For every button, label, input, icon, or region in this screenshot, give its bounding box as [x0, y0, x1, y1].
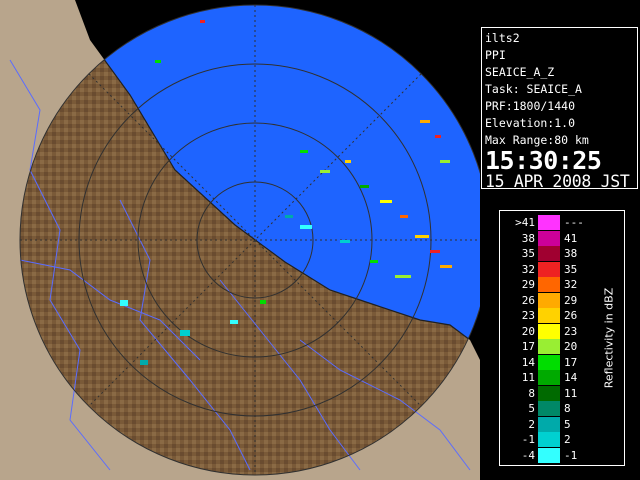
scan-time: 15:30:25 [485, 146, 602, 175]
legend-max-value: 29 [564, 293, 578, 307]
legend-min-value: 8 [528, 386, 535, 400]
legend-min-value: 35 [521, 247, 535, 260]
legend-color-swatch [538, 416, 560, 432]
legend-row: >41 --- [500, 215, 600, 231]
legend-min-value: -1 [521, 433, 535, 446]
legend-max-value: 11 [564, 386, 578, 400]
legend-color-swatch [538, 401, 560, 416]
legend-color-swatch [538, 292, 560, 308]
legend-row: 25 [500, 416, 600, 433]
legend-min-value: 14 [521, 355, 535, 369]
volume-name: SEAICE_A_Z [485, 65, 555, 79]
legend-min-value: 20 [521, 324, 535, 338]
legend-max-value: 8 [564, 402, 571, 415]
legend-row: 35 38 [500, 246, 600, 262]
legend-color-swatch [538, 246, 560, 261]
legend-color-swatch [538, 215, 560, 230]
legend-max-value: 17 [564, 355, 578, 369]
legend-row: 58 [500, 401, 600, 417]
legend-color-swatch [538, 339, 560, 354]
legend-max-value: 41 [564, 231, 578, 245]
legend-max-value: 26 [564, 309, 578, 322]
legend-row: 20 23 [500, 323, 600, 340]
legend-color-swatch [538, 385, 560, 401]
legend-min-value: 17 [521, 340, 535, 353]
legend-row: -4 -1 [500, 447, 600, 464]
legend-max-value: 20 [564, 340, 578, 353]
legend-color-swatch [538, 308, 560, 323]
legend-max-value: 23 [564, 324, 578, 338]
prf-value: PRF:1800/1440 [485, 99, 576, 113]
legend-min-value: 5 [528, 402, 535, 415]
legend-max-value: 32 [564, 278, 578, 291]
radar-ppi-map[interactable] [0, 0, 480, 480]
legend-color-swatch [538, 370, 560, 385]
legend-row: 17 20 [500, 339, 600, 355]
legend-color-swatch [538, 230, 560, 246]
legend-row: -1 2 [500, 432, 600, 448]
legend-row: 8 11 [500, 385, 600, 402]
legend-color-swatch [538, 354, 560, 370]
legend-max-value: 2 [564, 433, 571, 446]
legend-min-value: 2 [528, 417, 535, 431]
legend-title: Reflectivity in dBZ [594, 215, 624, 461]
legend-row: 14 17 [500, 354, 600, 371]
legend-color-swatch [538, 447, 560, 463]
legend-row: 11 14 [500, 370, 600, 386]
legend-min-value: 29 [521, 278, 535, 291]
legend-min-value: 11 [521, 371, 535, 384]
legend-min-value: >41 [515, 216, 535, 229]
legend-color-swatch [538, 432, 560, 447]
legend-max-value: 5 [564, 417, 571, 431]
legend-row: 23 26 [500, 308, 600, 324]
legend-min-value: 32 [521, 262, 535, 276]
legend-max-value: --- [564, 216, 584, 229]
legend-color-swatch [538, 277, 560, 292]
reflectivity-legend: >41 --- 38 41 35 38 32 35 29 32 26 29 23 26 20 23 17 20 14… [499, 210, 625, 466]
scan-date: 15 APR 2008 JST [485, 172, 630, 191]
legend-title-text: Reflectivity in dBZ [602, 287, 616, 389]
legend-min-value: 23 [521, 309, 535, 322]
legend-row: 29 32 [500, 277, 600, 293]
legend-row: 32 35 [500, 261, 600, 278]
legend-min-value: 26 [521, 293, 535, 307]
legend-min-value: -4 [521, 448, 535, 462]
legend-max-value: -1 [564, 448, 578, 462]
task-name: Task: SEAICE_A [485, 82, 582, 96]
legend-max-value: 35 [564, 262, 578, 276]
legend-max-value: 14 [564, 371, 578, 384]
legend-row: 38 41 [500, 230, 600, 247]
legend-min-value: 38 [521, 231, 535, 245]
elevation-value: Elevation:1.0 [485, 116, 576, 130]
product-type: PPI [485, 48, 506, 62]
site-name: ilts2 [485, 31, 520, 45]
radar-info-panel: ilts2 PPI SEAICE_A_Z Task: SEAICE_A PRF:… [481, 27, 638, 191]
legend-row: 26 29 [500, 292, 600, 309]
legend-max-value: 38 [564, 247, 578, 260]
legend-color-swatch [538, 261, 560, 277]
legend-color-swatch [538, 323, 560, 339]
